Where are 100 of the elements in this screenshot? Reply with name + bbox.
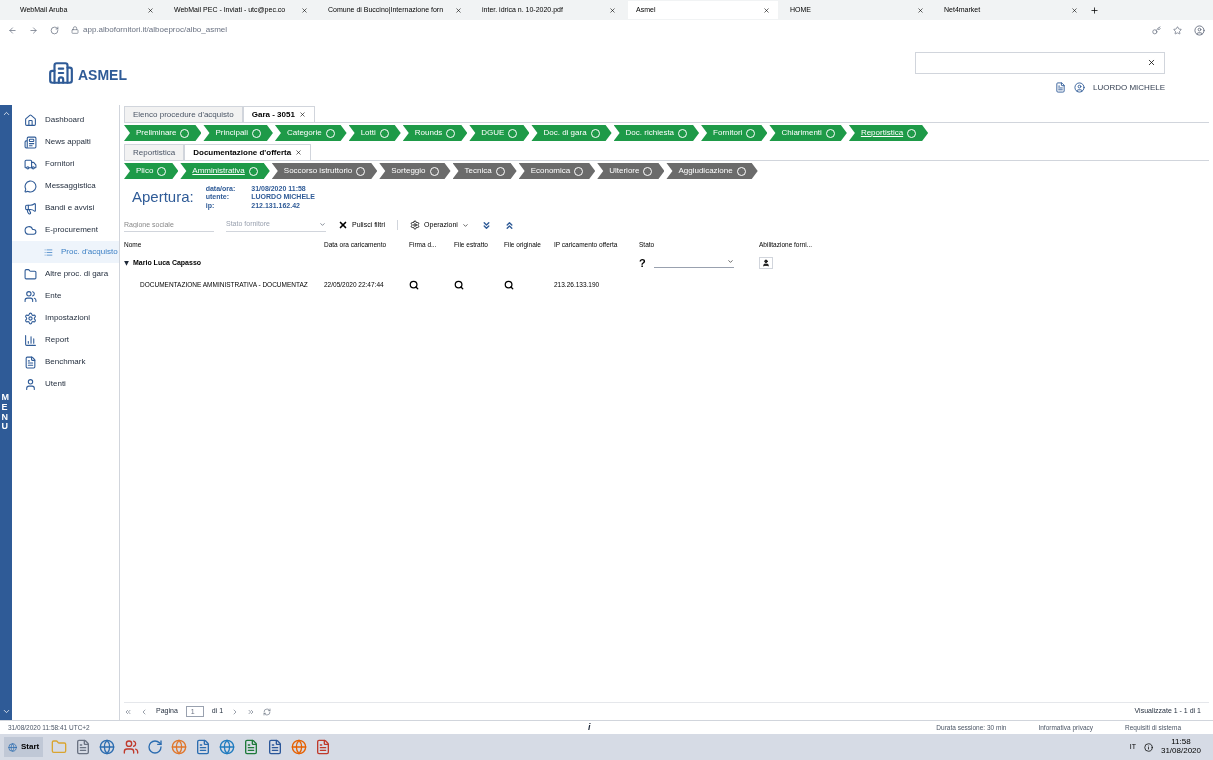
document-icon[interactable] bbox=[1055, 82, 1066, 93]
sidebar-item[interactable]: Proc. d'acquisto bbox=[12, 241, 119, 263]
globe-icon bbox=[8, 742, 17, 752]
info-icon[interactable] bbox=[1143, 742, 1153, 752]
key-icon[interactable] bbox=[1152, 25, 1161, 35]
close-icon[interactable] bbox=[301, 6, 308, 14]
close-icon[interactable] bbox=[763, 6, 770, 14]
close-icon[interactable] bbox=[455, 6, 462, 14]
step-tab[interactable]: Categorie bbox=[274, 125, 347, 141]
sidebar-item[interactable]: Altre proc. di gara bbox=[12, 263, 119, 285]
chevron-up-icon[interactable] bbox=[1, 109, 11, 118]
url-text[interactable]: app.albofornitori.it/alboeproc/albo_asmel bbox=[83, 24, 228, 36]
document-icon[interactable] bbox=[267, 739, 284, 755]
step-tab[interactable]: Reportistica bbox=[848, 125, 929, 141]
sidebar-item[interactable]: Messaggistica bbox=[12, 175, 119, 197]
list-icon bbox=[44, 247, 53, 257]
gear-icon bbox=[410, 220, 421, 231]
gear-icon bbox=[24, 311, 37, 325]
step-tab[interactable]: Fornitori bbox=[701, 125, 768, 141]
globe-icon[interactable] bbox=[99, 739, 116, 755]
chart-icon bbox=[24, 333, 37, 347]
people-icon bbox=[24, 289, 37, 303]
refresh-icon[interactable] bbox=[263, 707, 272, 716]
step-tab[interactable]: Preliminare bbox=[124, 125, 202, 141]
star-icon[interactable] bbox=[1173, 25, 1182, 35]
menu-label[interactable]: MENU bbox=[1, 392, 11, 433]
opening-title: Apertura: bbox=[132, 187, 194, 208]
close-icon[interactable] bbox=[1147, 58, 1156, 67]
building-icon bbox=[48, 59, 74, 86]
step-tab[interactable]: Ulteriore bbox=[597, 163, 665, 179]
sidebar-item[interactable]: E-procurement bbox=[12, 219, 119, 241]
previous-page-icon[interactable] bbox=[140, 707, 148, 716]
search-icon[interactable] bbox=[409, 280, 419, 291]
document-icon[interactable] bbox=[243, 739, 260, 755]
new-tab-icon[interactable] bbox=[1090, 5, 1099, 15]
sidebar-item[interactable]: Ente bbox=[12, 285, 119, 307]
close-icon[interactable] bbox=[917, 6, 924, 14]
close-icon[interactable] bbox=[1071, 6, 1078, 14]
sidebar-item[interactable]: Bandi e avvisi bbox=[12, 197, 119, 219]
reload-icon[interactable] bbox=[50, 25, 59, 35]
globe-icon[interactable] bbox=[219, 739, 236, 755]
first-page-icon[interactable] bbox=[124, 707, 132, 716]
sidebar-item[interactable]: Utenti bbox=[12, 373, 119, 395]
step-tab[interactable]: Soccorso istruttorio bbox=[271, 163, 378, 179]
search-icon[interactable] bbox=[454, 280, 464, 291]
step-tab[interactable]: Principali bbox=[203, 125, 273, 141]
page-tab[interactable]: Gara - 3051 bbox=[242, 106, 315, 122]
page-tab[interactable]: Reportistica bbox=[124, 144, 185, 160]
circle-arrow-icon[interactable] bbox=[147, 739, 164, 755]
enable-supplier-button[interactable] bbox=[759, 257, 773, 270]
back-icon[interactable] bbox=[8, 25, 17, 35]
chevron-down-icon[interactable] bbox=[1, 707, 11, 716]
sidebar-item[interactable]: Benchmark bbox=[12, 351, 119, 373]
user-name[interactable]: LUORDO MICHELE bbox=[1093, 81, 1165, 94]
document-icon[interactable] bbox=[75, 739, 92, 755]
search-icon[interactable] bbox=[504, 280, 514, 291]
step-tab[interactable]: Amministrativa bbox=[180, 163, 270, 179]
globe-icon[interactable] bbox=[171, 739, 188, 755]
step-tab[interactable]: Aggiudicazione bbox=[666, 163, 758, 179]
step-tab[interactable]: Economica bbox=[518, 163, 596, 179]
profile-icon[interactable] bbox=[1194, 24, 1205, 36]
status-select[interactable] bbox=[653, 258, 734, 269]
last-page-icon[interactable] bbox=[247, 707, 256, 716]
document-icon[interactable] bbox=[315, 739, 332, 755]
sidebar-item[interactable]: Fornitori bbox=[12, 153, 119, 175]
document-icon[interactable] bbox=[195, 739, 212, 755]
people-icon[interactable] bbox=[123, 739, 140, 755]
step-tab[interactable]: Chiarimenti bbox=[769, 125, 847, 141]
cloud-icon bbox=[24, 223, 37, 237]
close-icon[interactable] bbox=[147, 6, 154, 14]
sidebar-item[interactable]: Impostazioni bbox=[12, 307, 119, 329]
page-tab[interactable]: Documentazione d'offerta bbox=[184, 144, 312, 160]
clock-time: 11:58 bbox=[1171, 738, 1191, 747]
step-tab[interactable]: Rounds bbox=[402, 125, 468, 141]
search-field[interactable] bbox=[915, 51, 1165, 74]
caret-icon bbox=[461, 221, 469, 229]
step-tab[interactable]: Lotti bbox=[348, 125, 401, 141]
step-tab[interactable]: Doc. di gara bbox=[531, 125, 612, 141]
step-tab[interactable]: Doc. richiesta bbox=[613, 125, 700, 141]
user-icon bbox=[1074, 82, 1085, 93]
start-button[interactable]: Start bbox=[4, 737, 44, 757]
close-icon[interactable] bbox=[609, 6, 616, 14]
forward-icon[interactable] bbox=[29, 25, 38, 35]
home-icon bbox=[24, 113, 37, 127]
newspaper-icon bbox=[24, 135, 37, 149]
sidebar-item[interactable]: News appalti bbox=[12, 131, 119, 153]
sidebar-item[interactable]: Report bbox=[12, 329, 119, 351]
page-tab[interactable]: Elenco procedure d'acquisto bbox=[124, 106, 243, 122]
sidebar-item[interactable]: Dashboard bbox=[12, 109, 119, 131]
logo-text: ASMEL bbox=[78, 65, 127, 85]
close-icon[interactable] bbox=[298, 111, 306, 118]
globe-icon[interactable] bbox=[291, 739, 308, 755]
step-tab[interactable]: Plico bbox=[124, 163, 179, 179]
step-tab[interactable]: Tecnica bbox=[452, 163, 517, 179]
step-tab[interactable]: Sorteggio bbox=[379, 163, 451, 179]
clock-date: 31/08/2020 bbox=[1160, 747, 1201, 756]
close-icon[interactable] bbox=[295, 149, 303, 156]
document-icon bbox=[24, 355, 37, 369]
step-tab[interactable]: DGUE bbox=[469, 125, 530, 141]
status-text: ? bbox=[639, 255, 646, 271]
